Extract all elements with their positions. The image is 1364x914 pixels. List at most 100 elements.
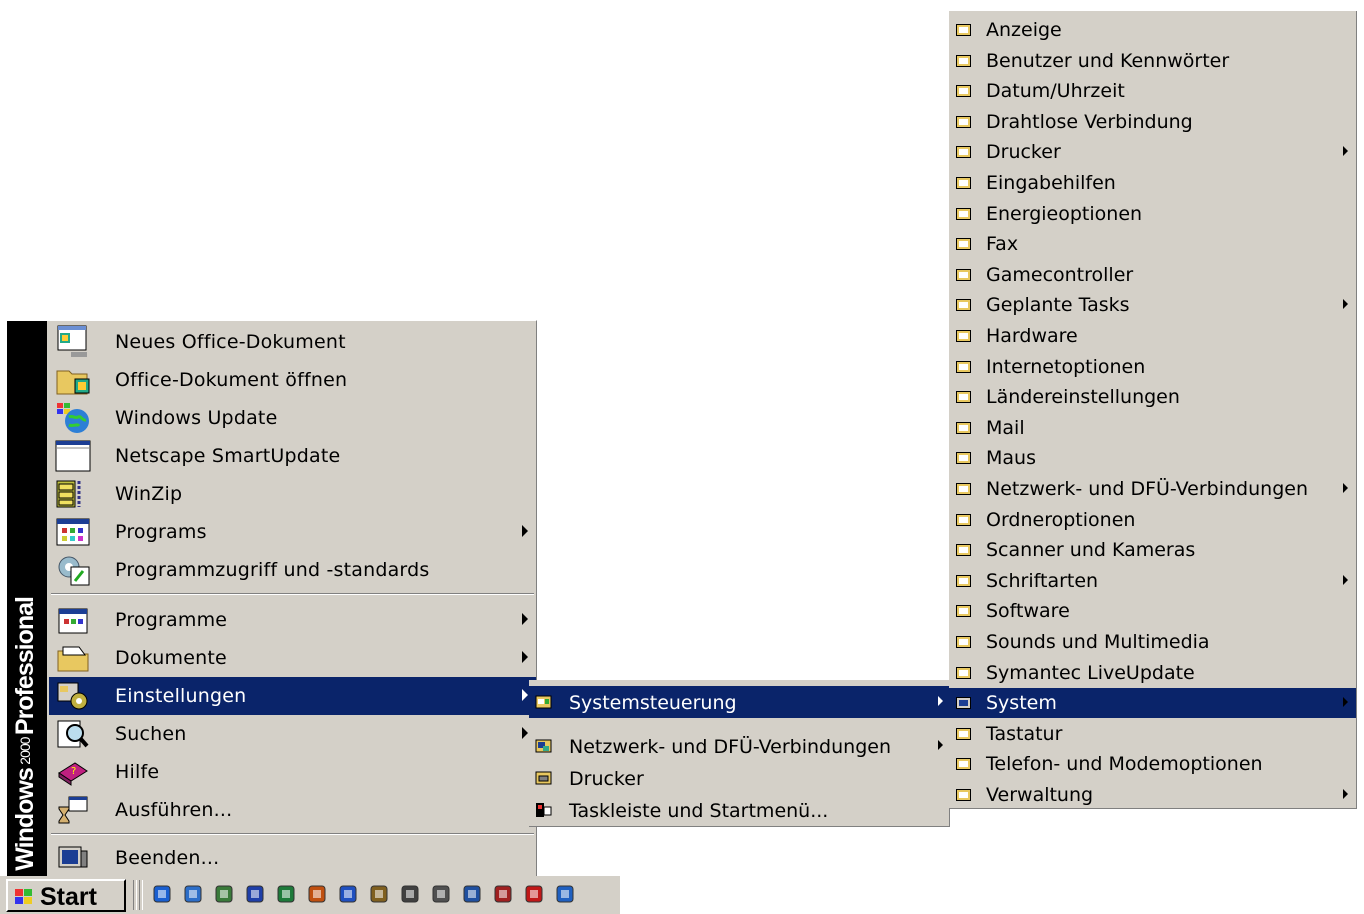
control-panel-item[interactable]: Ordneroptionen — [949, 505, 1356, 535]
submenu-item-taskleiste[interactable]: Taskleiste und Startmenü... — [529, 794, 949, 826]
speaker-icon — [955, 634, 972, 650]
game-controller-icon — [955, 267, 972, 283]
submenu-item-systemsteuerung[interactable]: Systemsteuerung — [529, 686, 949, 718]
word-icon[interactable] — [245, 884, 265, 904]
control-panel-item[interactable]: Geplante Tasks — [949, 290, 1356, 320]
control-panel-item[interactable]: Hardware — [949, 321, 1356, 351]
item-label: Sounds und Multimedia — [986, 631, 1210, 653]
control-panel-item[interactable]: Mail — [949, 413, 1356, 443]
control-panel-item[interactable]: Datum/Uhrzeit — [949, 76, 1356, 106]
control-panel-item[interactable]: Schriftarten — [949, 566, 1356, 596]
start-item-programs[interactable]: Programs — [49, 513, 536, 551]
control-panel-item[interactable]: Eingabehilfen — [949, 168, 1356, 198]
desktop-icon[interactable] — [462, 884, 482, 904]
control-panel-item[interactable]: Maus — [949, 443, 1356, 473]
submenu-arrow-icon — [1343, 789, 1348, 799]
submenu-item-drucker[interactable]: Drucker — [529, 762, 949, 794]
control-panel-item[interactable]: System — [949, 688, 1356, 719]
start-item-programmzugriff[interactable]: Programmzugriff und -standards — [49, 551, 536, 589]
windows-flag-icon — [14, 888, 34, 906]
symantec-liveupdate-icon — [955, 665, 972, 681]
run-icon — [55, 793, 91, 827]
keyboard-quick-icon[interactable] — [431, 884, 451, 904]
power-options-icon — [955, 206, 972, 222]
outlook-express-icon[interactable] — [183, 884, 203, 904]
shutdown-computer-icon — [55, 841, 91, 875]
printer-icon — [955, 144, 972, 160]
keyboard-icon — [955, 726, 972, 742]
start-item-office-dokument-oeffnen[interactable]: Office-Dokument öffnen — [49, 361, 536, 399]
control-panel-item[interactable]: Netzwerk- und DFÜ-Verbindungen — [949, 474, 1356, 504]
start-label: Start — [40, 883, 97, 911]
start-item-programme[interactable]: Programme — [49, 601, 536, 639]
item-label: Systemsteuerung — [569, 692, 737, 714]
start-item-netscape-smartupdate[interactable]: Netscape SmartUpdate — [49, 437, 536, 475]
refresh-arrows-icon[interactable] — [214, 884, 234, 904]
printer-quick-icon[interactable] — [400, 884, 420, 904]
internet-explorer-icon[interactable] — [152, 884, 172, 904]
control-panel-item[interactable]: Software — [949, 596, 1356, 626]
control-panel-item[interactable]: Scanner und Kameras — [949, 535, 1356, 565]
search-icon[interactable] — [369, 884, 389, 904]
taskbar-separator — [139, 880, 143, 910]
internet-options-icon — [955, 359, 972, 375]
item-label: Benutzer und Kennwörter — [986, 49, 1230, 72]
network-quick-icon[interactable] — [493, 884, 513, 904]
start-item-hilfe[interactable]: ? Hilfe — [49, 753, 536, 791]
start-item-einstellungen[interactable]: Einstellungen — [49, 677, 536, 715]
wordpad-icon[interactable] — [338, 884, 358, 904]
start-button[interactable]: Start — [6, 879, 126, 912]
network-connections-icon — [535, 738, 552, 754]
control-panel-item[interactable]: Internetoptionen — [949, 352, 1356, 382]
powerpoint-icon[interactable] — [307, 884, 327, 904]
start-item-suchen[interactable]: Suchen — [49, 715, 536, 753]
item-label: Taskleiste und Startmenü... — [569, 800, 829, 822]
item-label: Gamecontroller — [986, 263, 1134, 286]
control-panel-item[interactable]: Fax — [949, 229, 1356, 259]
submenu-arrow-icon — [522, 689, 528, 701]
start-item-neues-office-dokument[interactable]: Neues Office-Dokument — [49, 323, 536, 361]
item-label: Suchen — [115, 723, 187, 745]
start-item-dokumente[interactable]: Dokumente — [49, 639, 536, 677]
item-label: Hardware — [986, 325, 1078, 347]
control-panel-item[interactable]: Ländereinstellungen — [949, 382, 1356, 412]
start-item-winzip[interactable]: WinZip — [49, 475, 536, 513]
item-label: Maus — [986, 447, 1036, 470]
wireless-icon — [955, 114, 972, 130]
control-panel-item[interactable]: Sounds und Multimedia — [949, 627, 1356, 657]
control-panel-item[interactable]: Anzeige — [949, 15, 1356, 45]
start-item-windows-update[interactable]: Windows Update — [49, 399, 536, 437]
control-panel-item[interactable]: Verwaltung — [949, 780, 1356, 810]
control-panel-item[interactable]: Drahtlose Verbindung — [949, 107, 1356, 137]
submenu-item-netzwerk[interactable]: Netzwerk- und DFÜ-Verbindungen — [529, 730, 949, 762]
control-panel-item[interactable]: Telefon- und Modemoptionen — [949, 749, 1356, 779]
control-panel-item[interactable]: Benutzer und Kennwörter — [949, 46, 1356, 76]
item-label: Ausführen... — [115, 799, 233, 821]
item-label: Einstellungen — [115, 685, 247, 707]
submenu-arrow-icon — [522, 727, 528, 739]
start-item-ausfuehren[interactable]: Ausführen... — [49, 791, 536, 829]
control-panel-item[interactable]: Tastatur — [949, 719, 1356, 749]
item-label: Hilfe — [115, 761, 160, 783]
control-panel-item[interactable]: Drucker — [949, 137, 1356, 167]
item-label: Symantec LiveUpdate — [986, 661, 1195, 684]
program-group-icon — [55, 515, 91, 549]
item-label: Eingabehilfen — [986, 172, 1116, 194]
item-label: Geplante Tasks — [986, 294, 1130, 317]
control-panel-item[interactable]: Gamecontroller — [949, 260, 1356, 290]
item-label: Software — [986, 600, 1070, 623]
submenu-arrow-icon — [1343, 574, 1348, 585]
fonts-folder-icon — [955, 573, 972, 589]
submenu-arrow-icon — [522, 651, 528, 663]
acrobat-icon[interactable] — [524, 884, 544, 904]
winzip-cabinet-icon — [55, 477, 91, 511]
control-panel-item[interactable]: Symantec LiveUpdate — [949, 658, 1356, 688]
accessibility-icon — [955, 175, 972, 191]
control-panel-item[interactable]: Energieoptionen — [949, 199, 1356, 229]
quicktime-icon[interactable] — [555, 884, 575, 904]
start-item-beenden[interactable]: Beenden... — [49, 839, 536, 877]
item-label: Neues Office-Dokument — [115, 331, 346, 353]
item-label: Datum/Uhrzeit — [986, 80, 1125, 103]
excel-icon[interactable] — [276, 884, 296, 904]
item-label: Drahtlose Verbindung — [986, 110, 1193, 133]
